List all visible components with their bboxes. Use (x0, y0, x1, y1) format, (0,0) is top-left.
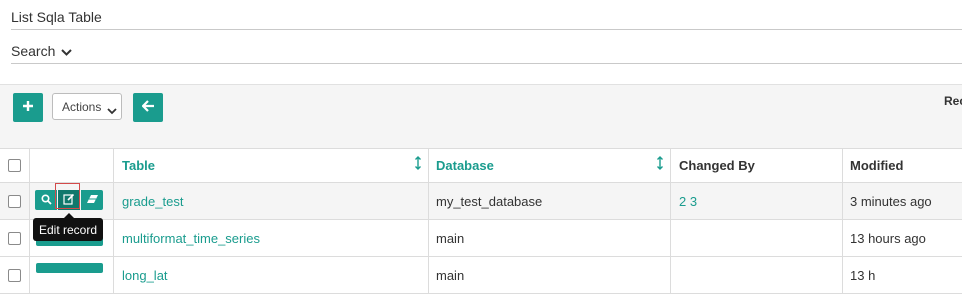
table-row: grade_test my_test_database 2 3 3 minute… (0, 183, 962, 220)
eraser-icon (86, 193, 99, 208)
search-toggle[interactable]: Search (11, 42, 962, 64)
select-all-cell (0, 149, 30, 182)
page-title-bar: List Sqla Table (11, 8, 962, 30)
add-record-button[interactable] (13, 93, 43, 122)
modified-cell: 13 h (843, 257, 962, 293)
actions-label: Actions (62, 99, 102, 114)
modified-value: 3 minutes ago (850, 193, 932, 209)
chevron-down-icon (61, 45, 73, 60)
row-action-buttons[interactable] (36, 263, 103, 273)
table-name-link[interactable]: grade_test (122, 194, 183, 209)
search-label: Search (11, 43, 56, 59)
column-header-changed-by-label: Changed By (679, 158, 755, 173)
search-icon (40, 193, 52, 208)
row-checkbox[interactable] (8, 231, 21, 245)
modified-cell: 3 minutes ago (843, 183, 962, 219)
column-header-changed-by: Changed By (671, 149, 843, 182)
sort-icon[interactable] (415, 156, 421, 173)
chevron-down-icon (107, 103, 117, 118)
actions-dropdown[interactable]: Actions (52, 93, 122, 120)
database-cell: my_test_database (429, 183, 671, 219)
edit-icon (63, 193, 75, 208)
table-name-link[interactable]: multiformat_time_series (122, 231, 260, 246)
list-toolbar: Actions Rec (0, 84, 962, 149)
arrow-left-icon (140, 100, 155, 115)
column-header-modified: Modified (843, 149, 962, 182)
show-record-button[interactable] (35, 190, 57, 210)
plus-icon (22, 100, 34, 115)
column-header-table[interactable]: Table (114, 149, 429, 182)
row-checkbox[interactable] (8, 268, 21, 282)
row-select-cell (0, 220, 30, 256)
column-header-modified-label: Modified (850, 158, 904, 173)
tooltip-text: Edit record (38, 222, 98, 237)
records-table: Table Database Changed By Modified grade… (0, 148, 962, 294)
edit-record-button[interactable] (58, 190, 80, 210)
row-checkbox[interactable] (8, 194, 21, 208)
database-value: my_test_database (436, 193, 543, 209)
database-value: main (436, 267, 465, 283)
table-header-row: Table Database Changed By Modified (0, 148, 962, 183)
page-title: List Sqla Table (11, 9, 102, 25)
changed-by-cell: 2 3 (671, 183, 843, 219)
edit-record-tooltip: Edit record (33, 218, 103, 241)
table-name-link[interactable]: long_lat (122, 268, 168, 283)
modified-value: 13 h (850, 267, 876, 283)
row-select-cell (0, 183, 30, 219)
record-count-label: Rec (944, 94, 962, 108)
database-cell: main (429, 220, 671, 256)
database-value: main (436, 230, 465, 246)
modified-cell: 13 hours ago (843, 220, 962, 256)
modified-value: 13 hours ago (850, 230, 926, 246)
table-row: multiformat_time_series main 13 hours ag… (0, 220, 962, 257)
changed-by-link[interactable]: 2 3 (679, 194, 697, 209)
actions-column-header (30, 149, 114, 182)
table-name-cell: long_lat (114, 257, 429, 293)
back-button[interactable] (133, 93, 163, 122)
table-row: long_lat main 13 h (0, 257, 962, 294)
delete-record-button[interactable] (81, 190, 103, 210)
column-header-database-label[interactable]: Database (436, 158, 494, 173)
select-all-checkbox[interactable] (8, 159, 21, 172)
row-select-cell (0, 257, 30, 293)
table-name-cell: grade_test (114, 183, 429, 219)
changed-by-cell (671, 220, 843, 256)
database-cell: main (429, 257, 671, 293)
sort-icon[interactable] (657, 156, 663, 173)
column-header-table-label[interactable]: Table (122, 158, 155, 173)
column-header-database[interactable]: Database (429, 149, 671, 182)
changed-by-cell (671, 257, 843, 293)
row-action-buttons (35, 190, 104, 210)
table-name-cell: multiformat_time_series (114, 220, 429, 256)
